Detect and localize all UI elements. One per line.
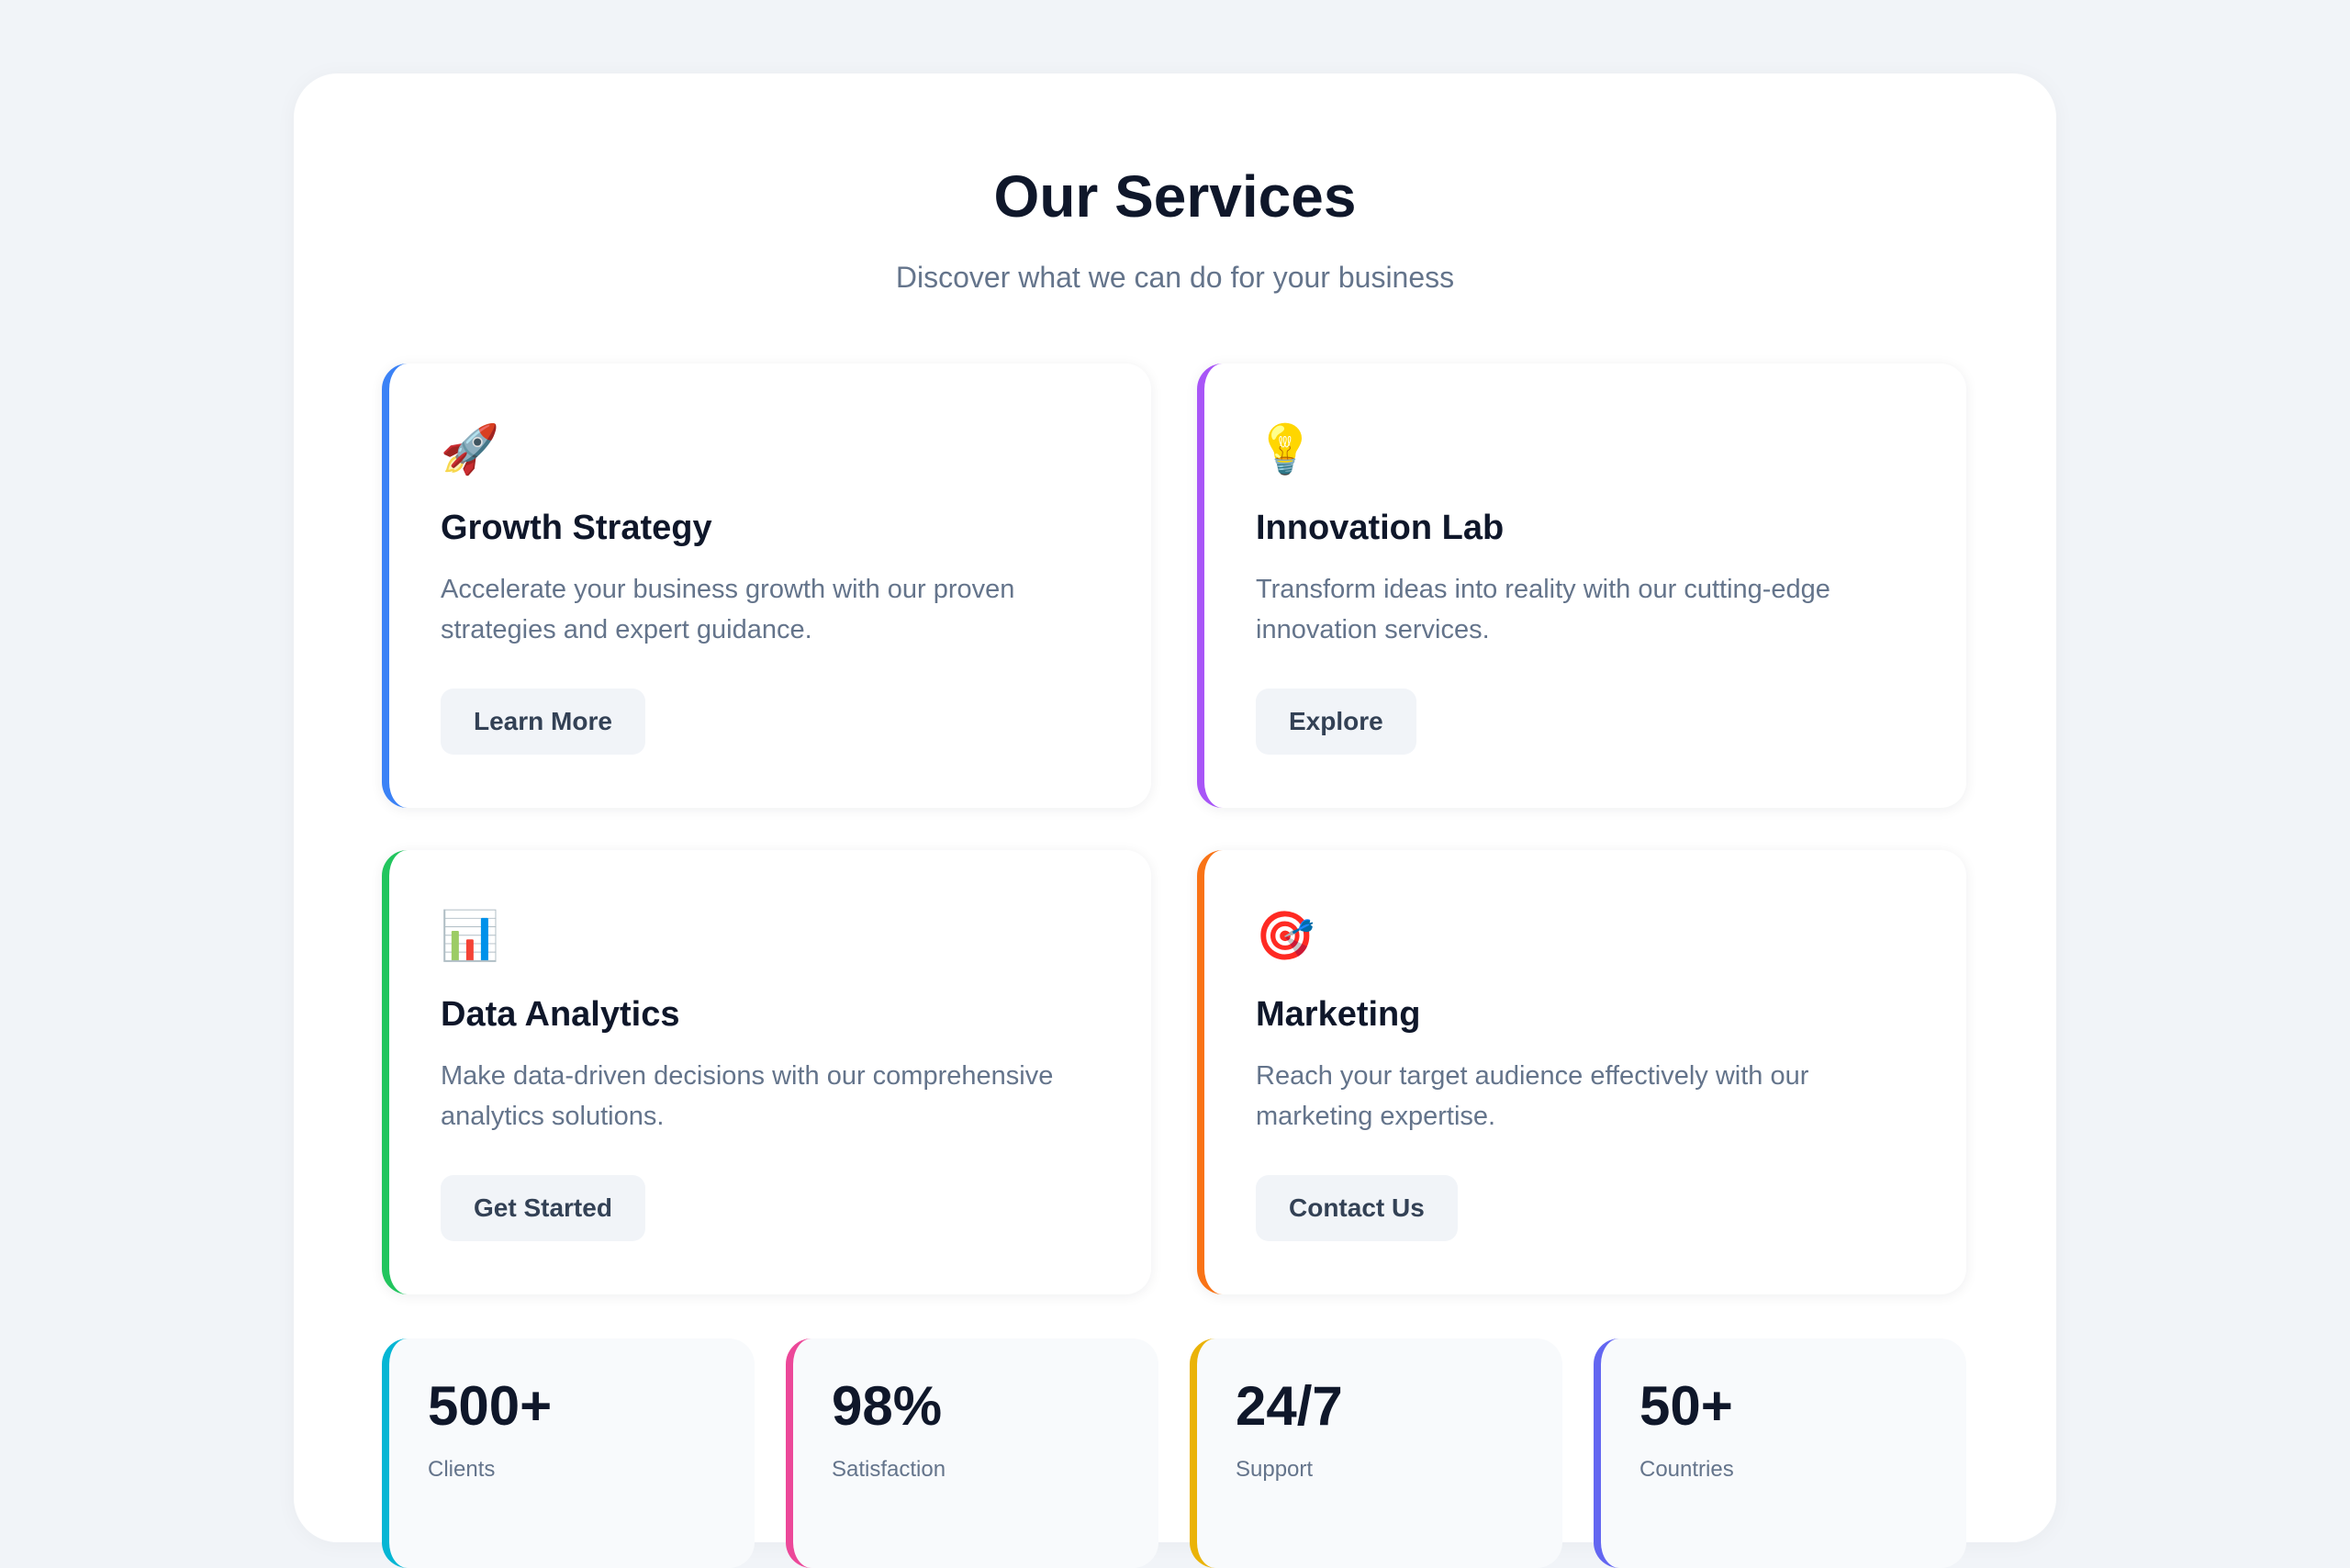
stat-label: Clients (428, 1457, 496, 1482)
service-description: Accelerate your business growth with our… (441, 575, 1015, 644)
service-card-data-analytics: 📊 Data Analytics Make data-driven decisi… (382, 850, 1151, 1294)
page-subtitle: Discover what we can do for your busines… (895, 261, 1455, 294)
stat-label: Satisfaction (832, 1457, 946, 1482)
service-title: Growth Strategy (441, 509, 712, 547)
explore-button[interactable]: Explore (1256, 689, 1416, 755)
services-panel: Our Services Discover what we can do for… (294, 73, 2056, 1568)
stat-value: 50+ (1639, 1375, 1733, 1437)
service-description: Make data-driven decisions with our comp… (441, 1061, 1054, 1131)
stat-card-countries: 50+ Countries (1594, 1338, 1966, 1568)
get-started-button[interactable]: Get Started (441, 1175, 645, 1241)
lightbulb-icon: 💡 (1255, 423, 1315, 476)
stat-value: 500+ (428, 1375, 553, 1437)
target-icon: 🎯 (1255, 910, 1315, 963)
service-card-marketing: 🎯 Marketing Reach your target audience e… (1197, 850, 1966, 1294)
stat-label: Countries (1639, 1457, 1734, 1482)
stat-card-clients: 500+ Clients (382, 1338, 755, 1568)
bar-chart-icon: 📊 (440, 910, 500, 963)
service-card-innovation-lab: 💡 Innovation Lab Transform ideas into re… (1197, 364, 1966, 808)
service-description: Reach your target audience effectively w… (1256, 1061, 1809, 1131)
service-title: Data Analytics (441, 995, 680, 1034)
service-description: Transform ideas into reality with our cu… (1256, 575, 1830, 644)
service-title: Marketing (1256, 995, 1421, 1034)
stat-card-satisfaction: 98% Satisfaction (786, 1338, 1158, 1568)
rocket-icon: 🚀 (440, 423, 500, 476)
stat-value: 98% (832, 1375, 943, 1437)
service-card-growth-strategy: 🚀 Growth Strategy Accelerate your busine… (382, 364, 1151, 808)
service-title: Innovation Lab (1256, 509, 1505, 547)
contact-us-button[interactable]: Contact Us (1256, 1175, 1458, 1241)
page-header: Our Services Discover what we can do for… (294, 158, 2056, 296)
stat-card-support: 24/7 Support (1190, 1338, 1562, 1568)
stat-value: 24/7 (1236, 1375, 1343, 1437)
stat-label: Support (1236, 1457, 1314, 1482)
learn-more-button[interactable]: Learn More (441, 689, 645, 755)
page-title: Our Services (993, 163, 1357, 230)
